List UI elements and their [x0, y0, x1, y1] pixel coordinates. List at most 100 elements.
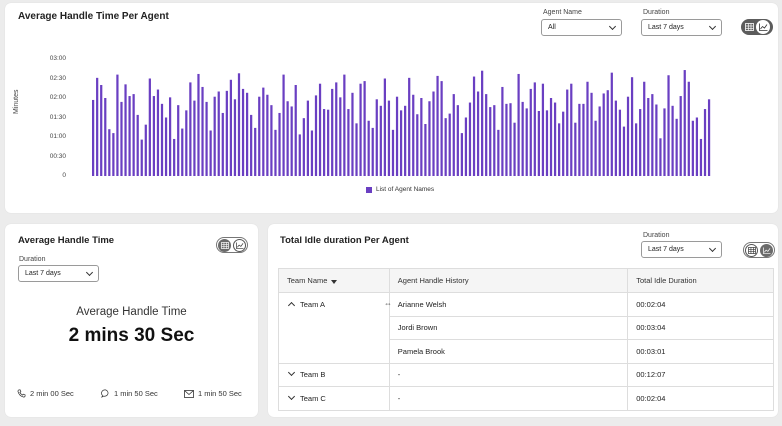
chart-bar: [513, 122, 516, 176]
sort-down-icon[interactable]: [331, 280, 338, 284]
agent-name-select[interactable]: All: [541, 19, 622, 36]
idle-table: Team Name Agent Handle History Total Idl…: [278, 268, 774, 411]
chart-bar: [270, 105, 273, 176]
chart-bar: [274, 129, 277, 176]
chart-icon: [762, 246, 770, 254]
chart-bar: [639, 109, 642, 176]
chart-bar: [383, 78, 386, 176]
email-stat: 1 min 50 Sec: [184, 389, 242, 398]
chevron-down-icon: [85, 268, 94, 276]
team-c-cell[interactable]: Team C: [278, 386, 390, 411]
chart-bar: [448, 113, 451, 176]
chart-bar: [663, 108, 666, 176]
chart-bar: [250, 114, 253, 176]
chart-bar: [472, 76, 476, 176]
idle-view-toggle[interactable]: [743, 242, 775, 258]
agent-name: Pamela Brook: [397, 346, 445, 356]
email-stat-value: 1 min 50 Sec: [198, 389, 242, 398]
chart-bar: [306, 100, 309, 176]
chart-bar: [683, 70, 686, 176]
chart-bar: [148, 78, 151, 176]
chart-bar: [537, 111, 540, 176]
chart-bar: [655, 104, 658, 176]
chart-bar: [181, 128, 184, 176]
chart-bar: [460, 133, 463, 176]
aht-title: Average Handle Time: [18, 235, 115, 246]
table-view-button[interactable]: [218, 238, 231, 252]
column-resize-icon[interactable]: ⇔: [384, 299, 392, 308]
chart-bar: [314, 95, 318, 176]
chart-bar: [359, 83, 362, 176]
agent-name-value: All: [548, 24, 556, 31]
duration-select[interactable]: Last 7 days: [641, 19, 722, 36]
chart-bar: [440, 81, 443, 176]
aht-center-label: Average Handle Time: [76, 306, 187, 318]
chart-bar: [237, 73, 241, 176]
view-toggle[interactable]: [741, 19, 773, 35]
agent-cell: -: [389, 363, 629, 387]
chart-bar: [432, 91, 435, 176]
table-icon: [747, 246, 756, 254]
chart-bar: [452, 94, 455, 176]
chart-bar: [225, 90, 228, 176]
chart-bar: [428, 101, 431, 176]
chart-bar: [476, 91, 480, 176]
aht-duration-select[interactable]: Last 7 days: [18, 265, 99, 282]
idle-title: Total Idle duration Per Agent: [280, 235, 409, 246]
chart-bar: [201, 86, 204, 176]
aht-view-toggle[interactable]: [216, 237, 248, 253]
aht-duration-label: Duration: [19, 256, 46, 263]
chart-bar: [245, 92, 249, 176]
table-row: Team C - 00:02:04: [278, 386, 774, 411]
chart-bar: [529, 88, 532, 176]
chart-bar: [647, 98, 650, 176]
chart-view-button[interactable]: [756, 20, 770, 34]
chevron-down-icon[interactable]: [287, 392, 296, 400]
chart-bar: [363, 81, 366, 176]
chart-bar: [278, 112, 281, 176]
table-row: Team B - 00:12:07: [278, 363, 774, 387]
chart-bar: [241, 88, 245, 176]
chevron-down-icon[interactable]: [287, 369, 296, 377]
chart-bar: [602, 93, 605, 176]
agent-cell: Pamela Brook: [389, 339, 629, 364]
chart-bar: [168, 97, 172, 176]
chart-bar: [412, 94, 415, 176]
chart-bar: [558, 123, 561, 176]
y-axis-label: Minutes: [13, 89, 20, 114]
chart-bar: [322, 109, 326, 176]
idle-duration-label: Duration: [643, 232, 670, 239]
chart-bar: [578, 103, 581, 176]
chart-bar: [205, 101, 208, 176]
chevron-down-icon: [708, 22, 717, 30]
table-view-button[interactable]: [742, 20, 756, 34]
y-tick-label: 03:00: [49, 55, 66, 62]
chart-bar: [553, 102, 557, 176]
chart-bar: [144, 124, 147, 176]
chart-bar: [497, 129, 500, 176]
chevron-up-icon[interactable]: [287, 301, 296, 310]
column-header-team[interactable]: Team Name: [278, 268, 390, 293]
chart-view-button[interactable]: [760, 243, 773, 257]
idle-duration-select[interactable]: Last 7 days: [641, 241, 722, 258]
chart-bar: [254, 127, 257, 176]
aht-duration-value: Last 7 days: [25, 270, 61, 277]
chart-bar: [618, 109, 622, 176]
chart-bar: [630, 77, 634, 176]
agent-name: -: [397, 370, 401, 380]
chart-bar: [566, 89, 569, 176]
chart-bar: [318, 83, 322, 176]
chart-bar: [335, 82, 338, 176]
chart-bar: [424, 124, 427, 176]
column-header-team-label: Team Name: [287, 276, 328, 285]
team-a-cell[interactable]: Team A: [278, 292, 390, 316]
chart-bar: [416, 114, 419, 176]
chart-bar: [590, 92, 593, 176]
chart-bar: [197, 73, 200, 176]
team-b-cell[interactable]: Team B: [278, 363, 390, 387]
chart-view-button[interactable]: [233, 238, 246, 252]
chart-bar: [626, 96, 630, 176]
team-a-spacer: [278, 316, 390, 340]
table-view-button[interactable]: [745, 243, 758, 257]
chart-bar: [160, 103, 164, 176]
